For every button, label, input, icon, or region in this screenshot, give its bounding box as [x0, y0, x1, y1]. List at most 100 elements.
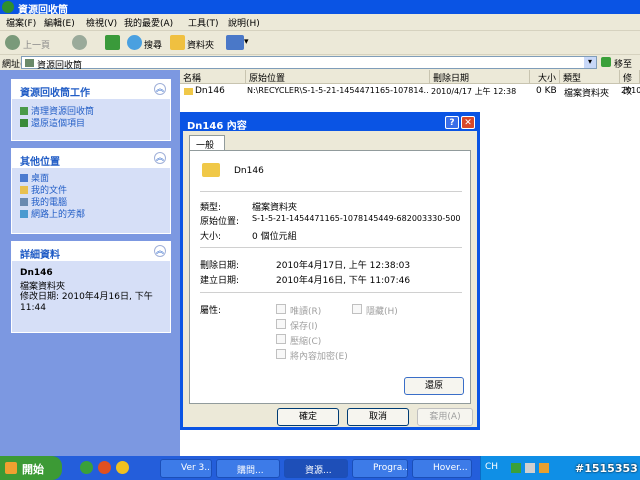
collapse-chevron-icon[interactable]: ︽: [154, 245, 166, 257]
menu-view[interactable]: 檢視(V): [86, 16, 117, 29]
chrome-icon[interactable]: [116, 461, 129, 474]
network-places-link[interactable]: 網路上的芳鄰: [20, 207, 85, 220]
row-name: Dn146: [195, 86, 225, 96]
watermark-badge: #1515353: [575, 462, 638, 475]
documents-folder-icon: [20, 186, 28, 194]
encrypt-label: 將內容加密(E): [290, 352, 348, 362]
column-size[interactable]: 大小: [530, 70, 560, 84]
title-bar: 資源回收筒: [0, 0, 640, 16]
cancel-button[interactable]: 取消: [347, 408, 409, 426]
views-icon[interactable]: [226, 35, 244, 50]
origin-value: S-1-5-21-1454471165-1078145449-682003330…: [252, 214, 461, 223]
column-type[interactable]: 類型: [560, 70, 620, 84]
created-value: 2010年4月16日, 下午 11:07:46: [276, 276, 411, 286]
folders-button[interactable]: 資料夾: [187, 38, 214, 51]
dialog-title: Dn146 內容: [187, 121, 247, 132]
quicklaunch-icon[interactable]: [80, 461, 93, 474]
readonly-label: 唯讀(R): [290, 307, 322, 317]
detail-type: 檔案資料夾: [20, 282, 66, 292]
address-dropdown-icon[interactable]: ▾: [584, 57, 596, 68]
restore-button[interactable]: 還原: [404, 377, 464, 395]
desktop-icon: [20, 174, 28, 182]
column-deleted[interactable]: 刪除日期: [430, 70, 530, 84]
address-input[interactable]: 資源回收筒 ▾: [21, 56, 597, 71]
task-recycle-bin[interactable]: 資源...: [284, 459, 348, 478]
compress-label: 壓縮(C): [290, 337, 322, 347]
forward-arrow-icon[interactable]: [72, 35, 87, 50]
detail-modified: 修改日期: 2010年4月16日, 下午 11:44: [20, 292, 153, 313]
menu-file[interactable]: 檔案(F): [6, 16, 36, 29]
recycle-bin-small-icon: [25, 59, 34, 67]
other-places-panel: 其他位置 ︽ 桌面 我的文件 我的電腦 網路上的芳鄰: [11, 148, 171, 234]
divider: [200, 292, 462, 293]
row-deleted: 2010/4/17 上午 12:38: [431, 87, 517, 96]
menu-help[interactable]: 說明(H): [228, 16, 260, 29]
hidden-checkbox[interactable]: [352, 304, 362, 314]
start-button[interactable]: 開始: [0, 456, 62, 480]
back-button[interactable]: 上一頁: [23, 38, 50, 51]
encrypt-checkbox[interactable]: [276, 349, 286, 359]
browser-icon[interactable]: [98, 461, 111, 474]
row-type: 檔案資料夾: [564, 89, 610, 99]
collapse-chevron-icon[interactable]: ︽: [154, 152, 166, 164]
recycle-bin-tasks-panel: 資源回收筒工作 ︽ 清理資源回收筒 還原這個項目: [11, 79, 171, 141]
menu-tools[interactable]: 工具(T): [188, 16, 219, 29]
up-folder-icon[interactable]: [105, 35, 120, 50]
close-icon[interactable]: ✕: [461, 116, 475, 129]
panel-title[interactable]: 詳細資料: [12, 242, 170, 261]
row-size: 0 KB: [536, 86, 557, 96]
go-button[interactable]: 移至: [614, 57, 632, 70]
column-name[interactable]: 名稱: [180, 70, 246, 84]
search-icon[interactable]: [127, 35, 142, 50]
archive-label: 保存(I): [290, 322, 318, 332]
system-tray: CH #1515353: [480, 456, 640, 480]
tray-volume-icon[interactable]: [539, 463, 549, 473]
archive-checkbox[interactable]: [276, 319, 286, 329]
recycle-bin-icon: [2, 1, 14, 13]
task-programs[interactable]: Progra...: [352, 459, 408, 478]
network-icon: [20, 210, 28, 218]
menu-favorites[interactable]: 我的最愛(A): [124, 16, 173, 29]
help-icon[interactable]: ?: [445, 116, 459, 129]
compress-checkbox[interactable]: [276, 334, 286, 344]
created-label: 建立日期:: [200, 276, 240, 286]
empty-bin-icon: [20, 107, 28, 115]
back-arrow-icon[interactable]: [5, 35, 20, 50]
type-value: 檔案資料夾: [252, 203, 298, 213]
tab-general[interactable]: 一般: [189, 135, 225, 151]
ok-button[interactable]: 確定: [277, 408, 339, 426]
dialog-title-bar: Dn146 內容 ? ✕: [183, 115, 477, 132]
folder-large-icon: [202, 163, 220, 177]
language-indicator[interactable]: CH: [485, 462, 498, 472]
menu-edit[interactable]: 編輯(E): [44, 16, 75, 29]
divider: [200, 191, 462, 192]
apply-button[interactable]: 套用(A): [417, 408, 473, 426]
menu-bar: 檔案(F) 編輯(E) 檢視(V) 我的最愛(A) 工具(T) 說明(H): [0, 14, 640, 31]
deleted-value: 2010年4月17日, 上午 12:38:03: [276, 261, 411, 271]
general-tab-body: Dn146 類型: 檔案資料夾 原始位置: S-1-5-21-145447116…: [189, 150, 471, 404]
item-name: Dn146: [234, 166, 264, 176]
go-arrow-icon[interactable]: [601, 57, 611, 67]
search-button[interactable]: 搜尋: [144, 38, 162, 51]
folders-icon[interactable]: [170, 35, 185, 50]
toolbar: 上一頁 搜尋 資料夾 ▾: [0, 31, 640, 55]
tray-app-icon[interactable]: [511, 463, 521, 473]
readonly-checkbox[interactable]: [276, 304, 286, 314]
views-dropdown-icon[interactable]: ▾: [244, 37, 249, 47]
column-origin[interactable]: 原始位置: [246, 70, 430, 84]
panel-title[interactable]: 其他位置: [12, 149, 170, 168]
details-panel: 詳細資料 ︽ Dn146 檔案資料夾 修改日期: 2010年4月16日, 下午 …: [11, 241, 171, 333]
folder-icon: [184, 88, 193, 95]
task-ver3[interactable]: Ver 3...: [160, 459, 212, 478]
row-origin: N:\RECYCLER\S-1-5-21-1454471165-107814..…: [247, 86, 429, 95]
deleted-label: 刪除日期:: [200, 261, 240, 271]
collapse-chevron-icon[interactable]: ︽: [154, 83, 166, 95]
divider: [200, 247, 462, 248]
size-value: 0 個位元組: [252, 232, 297, 242]
tray-network-icon[interactable]: [525, 463, 535, 473]
column-modified[interactable]: 修改: [620, 70, 640, 97]
panel-title[interactable]: 資源回收筒工作: [12, 80, 170, 99]
task-chat[interactable]: 購問...: [216, 459, 280, 478]
task-hover[interactable]: Hover...: [412, 459, 472, 478]
restore-item-link[interactable]: 還原這個項目: [20, 116, 85, 129]
